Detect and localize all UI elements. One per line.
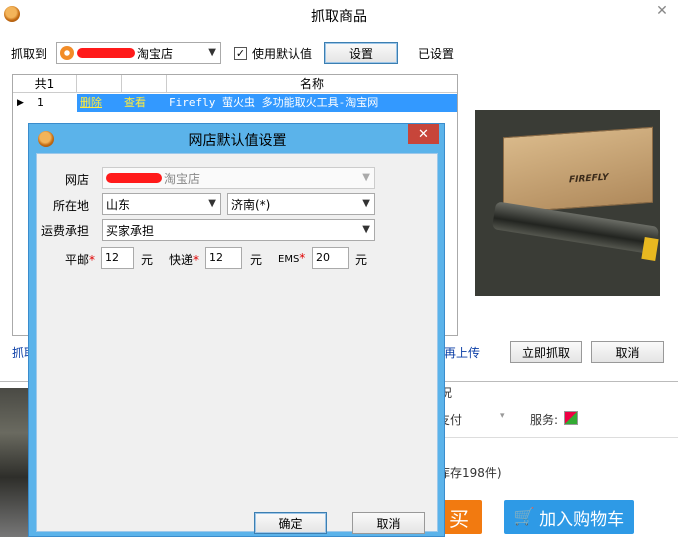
target-shop-value: 淘宝店: [137, 46, 174, 61]
ems-fee-input[interactable]: 20: [312, 247, 349, 269]
cancel-button-label: 取消: [376, 516, 401, 531]
city-select[interactable]: 济南(*) ▼: [227, 193, 375, 215]
post-fee-text: 平邮: [65, 253, 90, 267]
title-bar: 抓取商品 ✕: [0, 0, 678, 30]
required-mark: *: [299, 251, 306, 265]
delete-link[interactable]: 删除: [80, 96, 102, 109]
payment-dropdown-icon[interactable]: ▾: [500, 411, 505, 421]
post-fee-input[interactable]: 12: [101, 247, 134, 269]
express-fee-label: 快递*: [169, 251, 199, 268]
cancel-button[interactable]: 取消: [352, 512, 425, 534]
shop-icon: [60, 46, 74, 60]
table-row[interactable]: ▶ 1 删除 查看 Firefly 萤火虫 多功能取火工具-淘宝网: [13, 94, 457, 112]
express-fee-text: 快递: [169, 253, 194, 267]
ems-fee-label: EMS*: [278, 251, 305, 265]
close-icon: ✕: [418, 126, 429, 142]
city-value: 济南(*): [231, 197, 271, 212]
redacted-shop-name: [77, 48, 135, 58]
province-value: 山东: [106, 197, 131, 212]
already-set-label: 已设置: [418, 47, 455, 61]
grab-to-label: 抓取到: [11, 47, 48, 61]
use-default-checkbox[interactable]: ✓: [234, 47, 247, 60]
row-index: 1: [37, 96, 44, 109]
reupload-link[interactable]: 再上传: [444, 344, 480, 361]
background-product-photo: [0, 388, 28, 537]
cancel-grab-button[interactable]: 取消: [591, 341, 664, 363]
cart-icon: 🛒: [513, 507, 536, 527]
shipping-select[interactable]: 买家承担 ▼: [102, 219, 375, 241]
close-dialog-button[interactable]: ✕: [408, 124, 439, 144]
add-to-cart-label: 加入购物车: [539, 509, 625, 530]
divider: [440, 437, 678, 438]
column-action-2[interactable]: [122, 75, 167, 93]
required-mark: *: [89, 253, 96, 267]
shop-default-settings-dialog: 网店默认值设置 ✕ 网店 淘宝店 ▼ 所在地 山东 ▼ 济南(*) ▼ 运费承担…: [28, 123, 445, 537]
unit-label: 元: [355, 253, 368, 267]
chevron-down-icon: ▼: [362, 198, 370, 209]
flashlight-tip-image: [641, 237, 659, 261]
grab-now-label: 立即抓取: [521, 345, 570, 360]
shop-select: 淘宝店 ▼: [102, 167, 375, 189]
close-icon: ✕: [656, 3, 668, 19]
close-window-button[interactable]: ✕: [646, 0, 678, 22]
column-count[interactable]: 共1: [13, 75, 77, 93]
settings-button[interactable]: 设置: [324, 42, 398, 64]
use-default-label: 使用默认值: [252, 47, 313, 61]
product-box-image: [503, 126, 653, 214]
unit-label: 元: [250, 253, 263, 267]
dialog-body: 网店 淘宝店 ▼ 所在地 山东 ▼ 济南(*) ▼ 运费承担 买家承担 ▼ 平邮…: [36, 153, 438, 534]
post-fee-label: 平邮*: [65, 251, 95, 268]
ems-fee-text: EMS: [278, 254, 300, 265]
province-select[interactable]: 山东 ▼: [102, 193, 221, 215]
service-icon: [564, 411, 578, 425]
unit-label: 元: [141, 253, 154, 267]
chevron-down-icon: ▼: [362, 224, 370, 235]
settings-button-label: 设置: [348, 46, 373, 61]
dialog-title: 网店默认值设置: [188, 133, 287, 149]
shop-select-value: 淘宝店: [164, 171, 201, 186]
row-product-name: Firefly 萤火虫 多功能取火工具-淘宝网: [167, 94, 457, 112]
column-name[interactable]: 名称: [167, 75, 457, 93]
product-preview-image: FIREFLY: [475, 110, 660, 296]
window-title: 抓取商品: [311, 9, 367, 25]
product-flashlight-image: [491, 201, 660, 255]
cancel-grab-label: 取消: [615, 345, 640, 360]
view-link[interactable]: 查看: [124, 96, 146, 109]
shipping-label: 运费承担: [41, 224, 90, 238]
chevron-down-icon: ▼: [208, 198, 216, 209]
column-action-1[interactable]: [77, 75, 122, 93]
shipping-value: 买家承担: [106, 223, 155, 238]
ok-button-label: 确定: [278, 516, 303, 531]
row-delete-cell: 删除: [77, 94, 122, 112]
row-view-cell: 查看: [122, 94, 167, 112]
stock-text: 库存198件): [438, 466, 502, 480]
redacted-shop-name: [106, 173, 162, 183]
grab-now-button[interactable]: 立即抓取: [510, 341, 582, 363]
ok-button[interactable]: 确定: [254, 512, 327, 534]
required-mark: *: [193, 253, 200, 267]
table-header: 共1 名称: [13, 75, 457, 93]
express-fee-input[interactable]: 12: [205, 247, 242, 269]
add-to-cart-button[interactable]: 🛒 加入购物车: [504, 500, 634, 534]
target-shop-select[interactable]: 淘宝店 ▼: [56, 42, 221, 64]
service-label: 服务:: [530, 413, 559, 427]
buy-now-label: 买: [449, 506, 469, 531]
chevron-down-icon: ▼: [362, 172, 370, 183]
shop-label: 网店: [65, 173, 90, 187]
chevron-down-icon: ▼: [208, 47, 216, 58]
location-label: 所在地: [53, 199, 90, 213]
